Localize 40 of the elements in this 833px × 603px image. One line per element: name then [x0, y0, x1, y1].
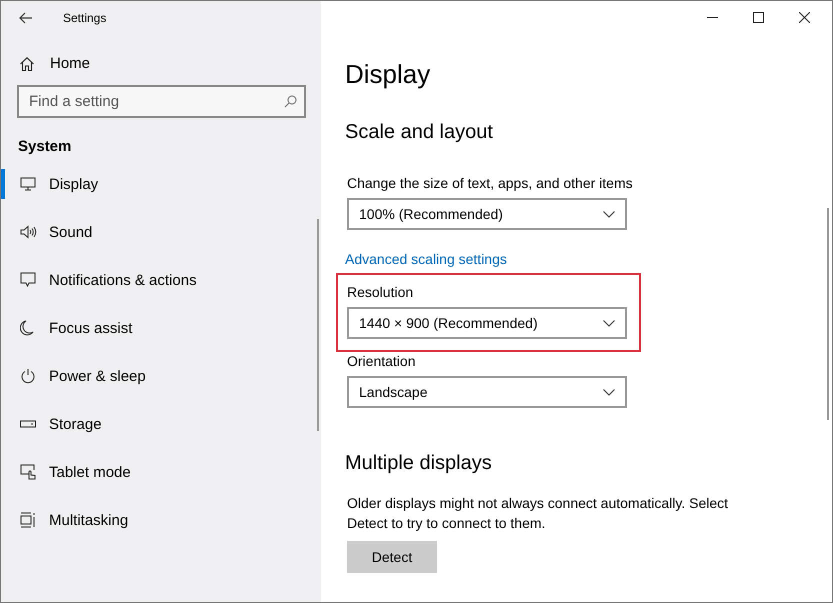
- setting-label: Orientation: [347, 352, 416, 370]
- window-title: Settings: [63, 11, 106, 25]
- chevron-down-icon: [603, 388, 615, 396]
- monitor-icon: [20, 177, 36, 191]
- sidebar-item[interactable]: Focus assist: [1, 304, 321, 352]
- tablet-icon: [20, 464, 37, 480]
- setting-label: Resolution: [347, 283, 414, 301]
- section-heading: Multiple displays: [345, 451, 493, 475]
- dropdown[interactable]: 1440 × 900 (Recommended): [347, 307, 627, 339]
- moon-icon: [20, 320, 34, 336]
- speaker-icon: [20, 225, 37, 239]
- description-text: Older displays might not always connect automatically. Select Detect to try to connect to them.: [347, 494, 730, 533]
- scaling-link[interactable]: Advanced scaling settings: [345, 251, 832, 267]
- sidebar-item[interactable]: Notifications & actions: [1, 256, 321, 304]
- dropdown[interactable]: Landscape: [347, 376, 627, 408]
- drive-icon: [20, 420, 36, 428]
- sidebar-item[interactable]: Multitasking: [1, 496, 321, 544]
- sidebar-item[interactable]: Display: [1, 160, 321, 208]
- sidebar-item[interactable]: Power & sleep: [1, 352, 321, 400]
- sidebar-item[interactable]: Sound: [1, 208, 321, 256]
- chevron-down-icon: [603, 210, 615, 218]
- maximize-icon[interactable]: [753, 12, 764, 23]
- search-field[interactable]: Find a setting: [17, 85, 306, 118]
- message-icon: [20, 272, 36, 288]
- close-icon[interactable]: [799, 12, 810, 23]
- sidebar-item[interactable]: Tablet mode: [1, 448, 321, 496]
- sidebar-item[interactable]: Storage: [1, 400, 321, 448]
- page-title: Display: [345, 58, 432, 90]
- multitasking-icon: [20, 512, 36, 528]
- power-icon: [20, 368, 36, 384]
- chevron-down-icon: [603, 320, 615, 326]
- home-link[interactable]: Home: [50, 55, 90, 72]
- detect-button[interactable]: Detect: [347, 541, 437, 573]
- setting-label: Change the size of text, apps, and other items: [347, 174, 633, 192]
- section-heading: Scale and layout: [345, 120, 494, 144]
- section-title: System: [17, 137, 72, 156]
- back-icon[interactable]: [19, 12, 33, 24]
- dropdown[interactable]: 100% (Recommended): [347, 198, 627, 230]
- home-icon: [19, 56, 35, 72]
- search-icon: [284, 95, 297, 108]
